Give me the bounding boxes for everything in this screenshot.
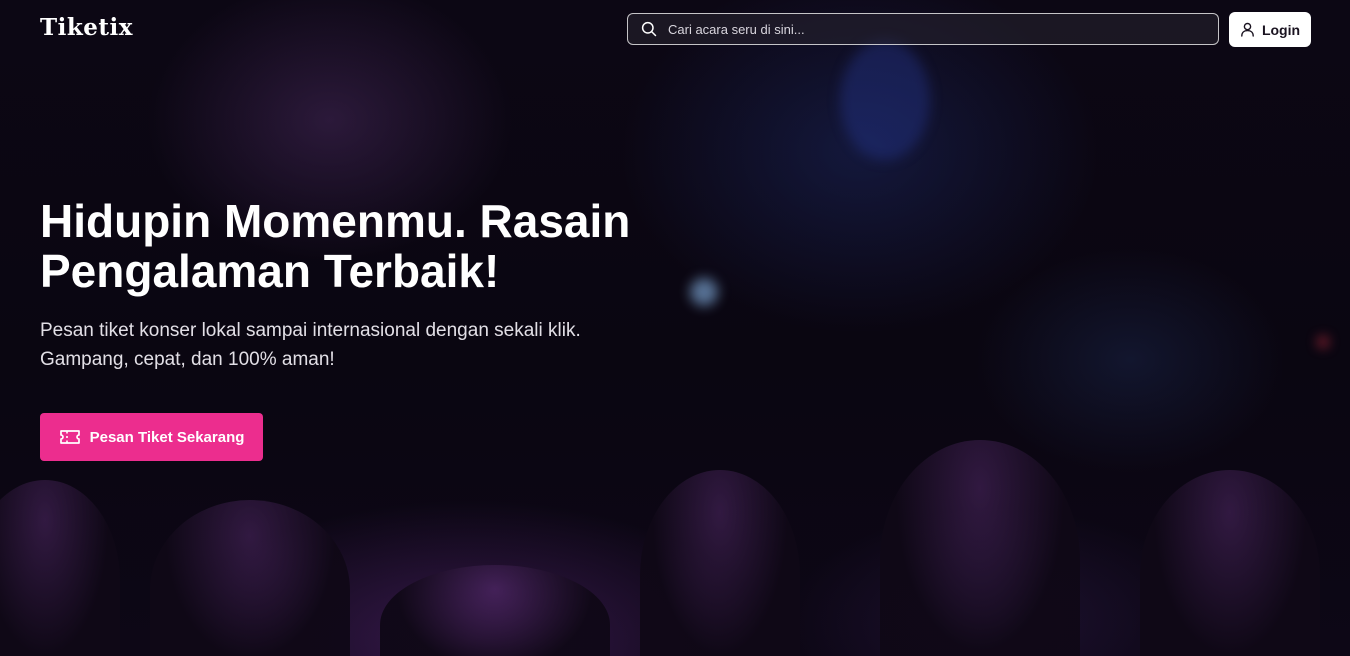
stage-light bbox=[1318, 337, 1328, 347]
hero-headline: Hidupin Momenmu. Rasain Pengalaman Terba… bbox=[40, 196, 680, 296]
crowd-silhouette bbox=[1140, 470, 1320, 656]
hero-subtitle: Pesan tiket konser lokal sampai internas… bbox=[40, 316, 660, 374]
book-ticket-button[interactable]: Pesan Tiket Sekarang bbox=[40, 413, 263, 461]
crowd-silhouette bbox=[150, 500, 350, 656]
hero-headline-line2: Pengalaman Terbaik! bbox=[40, 245, 500, 297]
ticket-icon bbox=[59, 428, 81, 446]
crowd-silhouette bbox=[640, 470, 800, 656]
search-input[interactable] bbox=[658, 13, 1218, 45]
hero-subtitle-line2: Gampang, cepat, dan 100% aman! bbox=[40, 349, 335, 370]
top-navbar: Tiketix Login bbox=[0, 0, 1350, 60]
login-label: Login bbox=[1261, 21, 1301, 38]
hero-subtitle-line1: Pesan tiket konser lokal sampai internas… bbox=[40, 320, 581, 341]
crowd-silhouette bbox=[380, 565, 610, 656]
stage-light bbox=[690, 278, 718, 306]
hero-section: Tiketix Login Hidupin Momenmu. Rasain P bbox=[0, 0, 1350, 656]
user-icon bbox=[1240, 22, 1255, 37]
crowd-silhouette bbox=[880, 440, 1080, 656]
crowd-silhouette bbox=[0, 480, 120, 656]
book-ticket-label: Pesan Tiket Sekarang bbox=[89, 428, 245, 446]
hero-headline-line1: Hidupin Momenmu. Rasain bbox=[40, 195, 631, 247]
logo[interactable]: Tiketix bbox=[40, 14, 133, 41]
login-button[interactable]: Login bbox=[1229, 12, 1311, 47]
search-icon bbox=[640, 20, 658, 38]
search-bar[interactable] bbox=[627, 13, 1219, 45]
